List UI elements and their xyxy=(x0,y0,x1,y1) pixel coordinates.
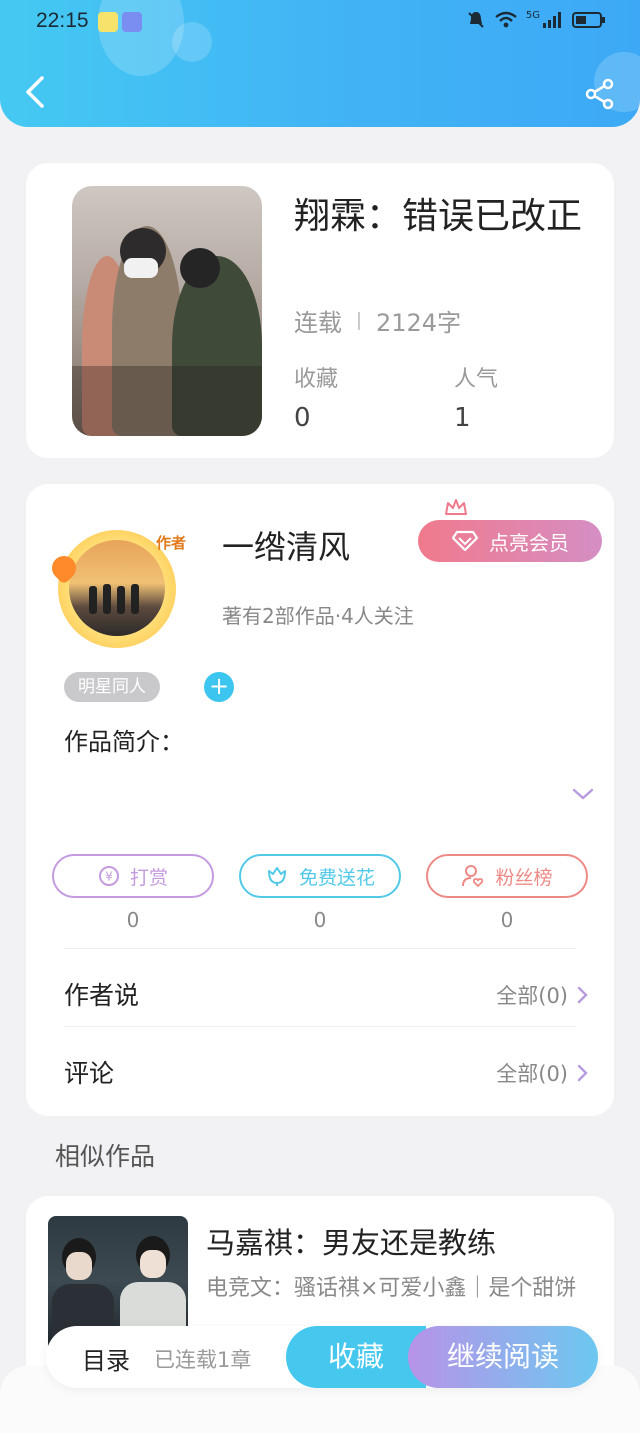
divider xyxy=(64,1026,576,1027)
author-notes-all[interactable]: 全部(0) xyxy=(496,980,588,1010)
author-badge: 作者 xyxy=(155,534,186,552)
word-count: 2124字 xyxy=(376,309,462,337)
author-avatar[interactable]: 作者 xyxy=(47,526,186,648)
book-title: 翔霖：错误已改正 xyxy=(294,196,583,237)
avatar-image xyxy=(69,540,165,636)
author-notes-label: 作者说 xyxy=(64,981,140,1010)
toc-button[interactable]: 目录 xyxy=(82,1341,130,1376)
flower-count: 0 xyxy=(313,908,327,932)
author-notes-count: 全部(0) xyxy=(496,984,568,1008)
yen-coin-icon: ¥ xyxy=(98,866,119,886)
popularity-count: 1 xyxy=(454,403,471,433)
flower-icon xyxy=(267,867,286,886)
comments-label: 评论 xyxy=(64,1059,115,1088)
notification-app-icon xyxy=(122,12,142,32)
divider xyxy=(64,948,576,949)
share-icon[interactable] xyxy=(584,78,616,110)
similar-work-desc: 电竞文：骚话祺×可爱小鑫｜是个甜饼 xyxy=(206,1276,577,1301)
user-heart-icon xyxy=(462,865,484,888)
crown-icon xyxy=(445,499,467,515)
send-flower-label: 免费送花 xyxy=(298,866,375,889)
book-status-line: 连载 2124字 xyxy=(294,303,461,338)
author-name[interactable]: 一绺清风 xyxy=(222,522,350,568)
wifi-icon xyxy=(495,11,517,28)
chevron-right-icon xyxy=(577,986,588,1004)
add-tag-button[interactable]: + xyxy=(204,672,234,702)
chevron-down-icon[interactable] xyxy=(571,787,595,801)
favorites-label: 收藏 xyxy=(294,367,339,392)
book-cover-image[interactable] xyxy=(72,186,262,436)
network-label: 5G xyxy=(525,9,540,21)
genre-tag[interactable]: 明星同人 xyxy=(64,672,160,702)
chevron-right-icon xyxy=(577,1064,588,1082)
author-card: 作者 一绺清风 点亮会员 著有2部作品·4人关注 明星同人 + 作品简介： ¥ … xyxy=(26,484,614,1116)
vip-button[interactable]: 点亮会员 xyxy=(418,520,602,562)
signal-icon xyxy=(543,12,561,28)
status-bar: 22:15 5G xyxy=(0,0,640,44)
divider xyxy=(358,311,360,330)
favorites-count: 0 xyxy=(294,403,311,433)
back-arrow-icon[interactable] xyxy=(22,74,50,110)
fan-ranking-button[interactable]: 粉丝榜 xyxy=(426,854,588,898)
book-status: 连载 xyxy=(294,309,342,337)
chapter-count: 已连载1章 xyxy=(154,1348,252,1372)
diamond-icon xyxy=(451,530,479,552)
collect-button[interactable]: 收藏 xyxy=(286,1326,426,1388)
notification-app-icon xyxy=(98,12,118,32)
tip-button-label: 打赏 xyxy=(129,866,168,889)
send-flower-button[interactable]: 免费送花 xyxy=(239,854,401,898)
top-header: 22:15 5G xyxy=(0,0,640,127)
svg-text:¥: ¥ xyxy=(105,870,113,884)
comments-count: 全部(0) xyxy=(496,1062,568,1086)
mute-bell-icon xyxy=(468,12,484,28)
similar-work-title[interactable]: 马嘉祺：男友还是教练 xyxy=(206,1220,496,1262)
comments-all[interactable]: 全部(0) xyxy=(496,1058,588,1088)
fan-count: 0 xyxy=(500,908,514,932)
battery-icon xyxy=(572,12,605,28)
book-info-card: 翔霖：错误已改正 连载 2124字 收藏 0 人气 1 xyxy=(26,163,614,458)
intro-label: 作品简介： xyxy=(64,728,184,756)
bottom-action-bar: 目录 已连载1章 收藏 继续阅读 xyxy=(46,1326,598,1388)
author-meta: 著有2部作品·4人关注 xyxy=(222,604,414,628)
continue-reading-button[interactable]: 继续阅读 xyxy=(408,1326,598,1388)
vip-button-label: 点亮会员 xyxy=(489,530,569,555)
tip-count: 0 xyxy=(126,908,140,932)
status-time: 22:15 xyxy=(36,9,89,32)
popularity-label: 人气 xyxy=(454,367,499,392)
tip-button[interactable]: ¥ 打赏 xyxy=(52,854,214,898)
status-icons: 5G xyxy=(466,10,606,30)
similar-works-heading: 相似作品 xyxy=(55,1142,156,1171)
fan-ranking-label: 粉丝榜 xyxy=(495,866,553,889)
